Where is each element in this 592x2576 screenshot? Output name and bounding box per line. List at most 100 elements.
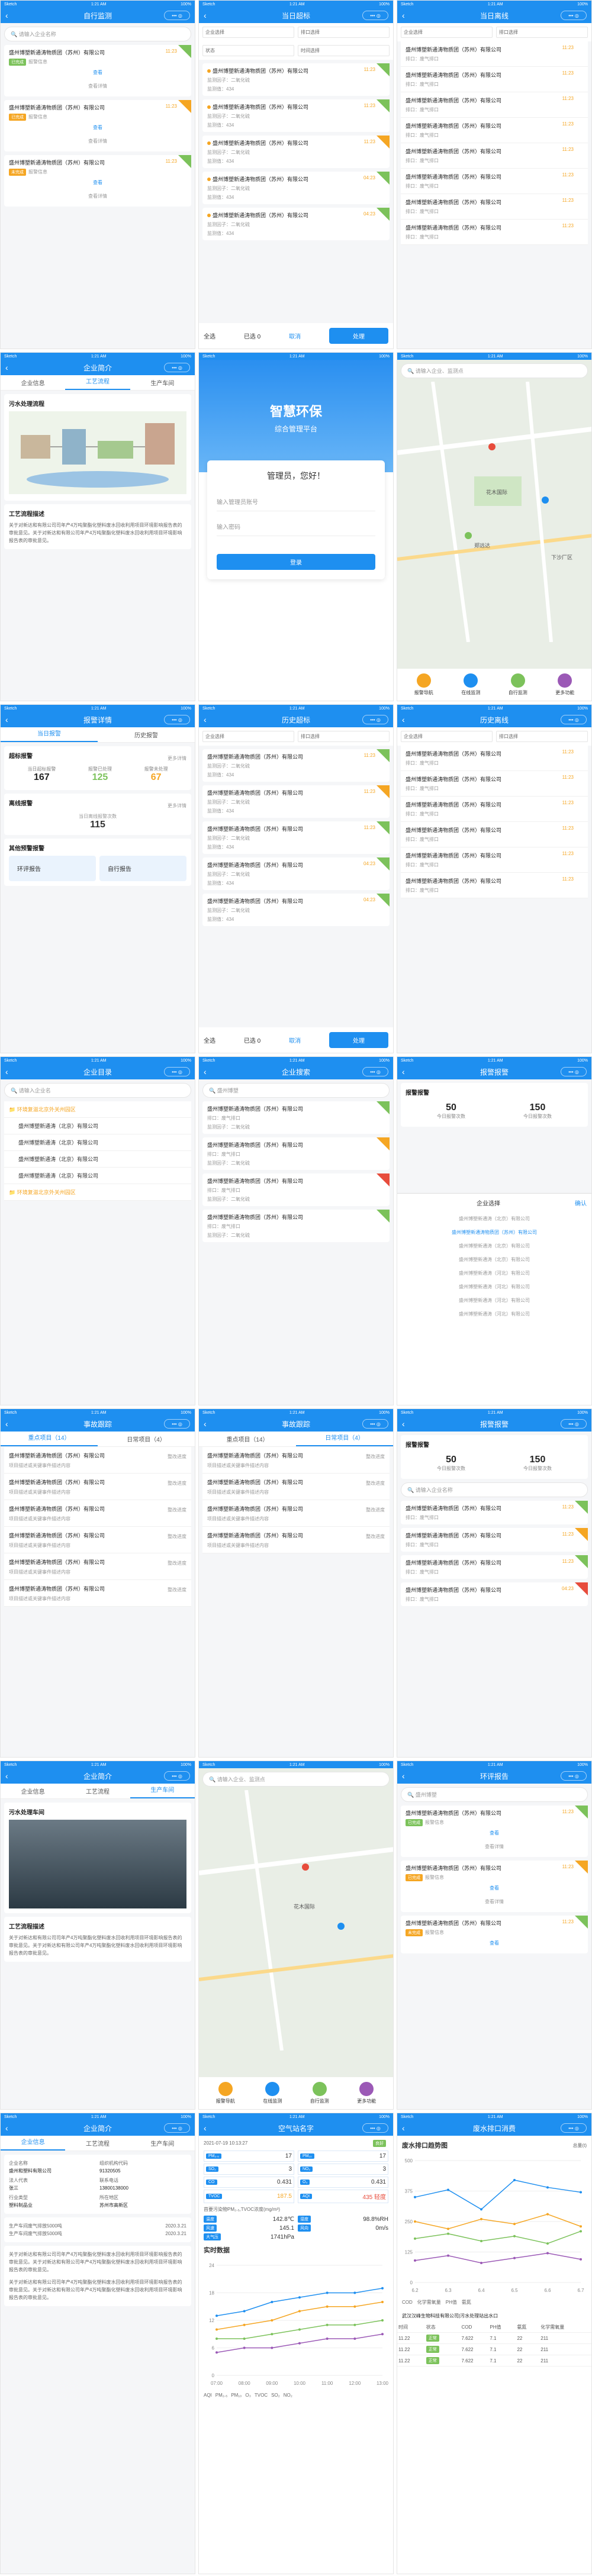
capsule-menu[interactable]: ••• ◎ bbox=[164, 363, 190, 372]
state-filter[interactable]: 状态 bbox=[202, 45, 294, 56]
search-input[interactable]: 🔍 盛州博塑 bbox=[401, 1787, 588, 1802]
back-icon[interactable]: ‹ bbox=[204, 1067, 207, 1076]
capsule-menu[interactable]: ••• ◎ bbox=[561, 2123, 587, 2133]
view-button[interactable]: 查看 bbox=[9, 176, 186, 189]
back-icon[interactable]: ‹ bbox=[5, 715, 8, 724]
back-icon[interactable]: ‹ bbox=[204, 2123, 207, 2133]
self-report-card[interactable]: 自行报告 bbox=[99, 856, 186, 881]
select-all[interactable]: 全选 bbox=[204, 331, 215, 340]
list-item[interactable]: 盛州博塑新通涛物质团（苏州）有限公司 11:23 已完成 报警信息 查看 查看详情 bbox=[401, 1806, 588, 1857]
list-item[interactable]: 盛州博塑新通涛物质团（苏州）有限公司 04:23 监测因子：二氧化硫 监测值：434 bbox=[202, 172, 390, 204]
list-item[interactable]: 盛州博塑新通涛物质团（苏州）有限公司 11:23 监测因子：二氧化硫 监测值：434 bbox=[202, 821, 390, 854]
list-item[interactable]: 盛州博塑新通涛物质团（苏州）有限公司 11:23 监测因子：二氧化硫 监测值：434 bbox=[202, 136, 390, 168]
list-item[interactable]: 盛州博塑新通涛物质团（苏州）有限公司 11:23 未完成 报警信息 查看 bbox=[401, 1916, 588, 1953]
nav-alarm[interactable]: 报警导航 bbox=[402, 673, 446, 696]
capsule-menu[interactable]: ••• ◎ bbox=[164, 1067, 190, 1076]
view-button[interactable]: 查看 bbox=[9, 121, 186, 134]
list-item[interactable]: 盛州博塑新通涛物质团（苏州）有限公司 排口：废气排口 监测因子：二氧化硫 bbox=[202, 1173, 390, 1206]
picker-option[interactable]: 盛州博塑新通涛（河北）有限公司 bbox=[397, 1307, 591, 1321]
map-canvas[interactable]: 花木国际 bbox=[199, 1790, 394, 2051]
capsule-menu[interactable]: ••• ◎ bbox=[561, 1771, 587, 1781]
list-item[interactable]: 盛州博塑新通涛物质团（苏州）有限公司 11:23 已完成 报警信息 查看 查看详情 bbox=[4, 45, 191, 96]
username-field[interactable]: 输入管理员账号 bbox=[217, 492, 375, 511]
nav-online[interactable]: 在线监测 bbox=[449, 673, 493, 696]
group-header[interactable]: 📁 环境复滋北京外关州园区 bbox=[4, 1184, 191, 1201]
back-icon[interactable]: ‹ bbox=[5, 11, 8, 20]
list-item[interactable]: 盛州博塑新通涛物质团（苏州）有限公司 整改进度 项目描述或关键事件描述内容 bbox=[202, 1474, 390, 1500]
capsule-menu[interactable]: ••• ◎ bbox=[561, 715, 587, 724]
list-item[interactable]: 盛州博塑新通涛物质团（苏州）有限公司 整改进度 项目描述或关键事件描述内容 bbox=[4, 1447, 191, 1474]
list-item[interactable]: 盛州博塑新通涛物质团（苏州）有限公司 11:23 排口：废气排口 bbox=[401, 92, 588, 118]
back-icon[interactable]: ‹ bbox=[5, 1419, 8, 1429]
list-item[interactable]: 盛州博塑新通涛物质团（苏州）有限公司 11:23 排口：废气排口 bbox=[401, 194, 588, 220]
capsule-menu[interactable]: ••• ◎ bbox=[164, 2123, 190, 2133]
tab-key[interactable]: 重点项目（14） bbox=[1, 1432, 98, 1446]
capsule-menu[interactable]: ••• ◎ bbox=[362, 11, 388, 20]
handle-button[interactable]: 处理 bbox=[329, 328, 388, 344]
picker-option[interactable]: 盛州博塑新通涛（北京）有限公司 bbox=[397, 1212, 591, 1226]
list-item[interactable]: 盛州博塑新通涛（北京）有限公司 bbox=[4, 1151, 191, 1168]
more-link[interactable]: 更多详情 bbox=[168, 755, 186, 762]
nav-self[interactable]: 自行监测 bbox=[496, 673, 540, 696]
capsule-menu[interactable]: ••• ◎ bbox=[164, 11, 190, 20]
capsule-menu[interactable]: ••• ◎ bbox=[164, 1419, 190, 1429]
eia-report-card[interactable]: 环评报告 bbox=[9, 856, 96, 881]
detail-link[interactable]: 查看详情 bbox=[9, 79, 186, 93]
back-icon[interactable]: ‹ bbox=[204, 11, 207, 20]
search-input[interactable]: 🔍 请输入企业名 bbox=[4, 1083, 191, 1098]
group-header[interactable]: 📁 环境复滋北京外关州园区 bbox=[4, 1101, 191, 1118]
picker-option[interactable]: 盛州博塑新通涛（河北）有限公司 bbox=[397, 1280, 591, 1294]
login-button[interactable]: 登录 bbox=[217, 554, 375, 570]
back-icon[interactable]: ‹ bbox=[402, 715, 405, 724]
list-item[interactable]: 盛州博塑新通涛物质团（苏州）有限公司 11:23 排口：废气排口 bbox=[401, 847, 588, 873]
list-item[interactable]: 盛州博塑新通涛物质团（苏州）有限公司 整改进度 项目描述或关键事件描述内容 bbox=[202, 1447, 390, 1474]
list-item[interactable]: 盛州博塑新通涛物质团（苏州）有限公司 排口：废气排口 监测因子：二氧化硫 bbox=[202, 1101, 390, 1134]
view-button[interactable]: 查看 bbox=[9, 66, 186, 79]
company-filter[interactable]: 企业选择 bbox=[401, 27, 493, 38]
list-item[interactable]: 盛州博塑新通涛物质团（苏州）有限公司 04:23 监测因子：二氧化硫 监测值：434 bbox=[202, 857, 390, 890]
list-item[interactable]: 盛州博塑新通涛物质团（苏州）有限公司 整改进度 项目描述或关键事件描述内容 bbox=[4, 1580, 191, 1607]
back-icon[interactable]: ‹ bbox=[5, 2123, 8, 2133]
list-item[interactable]: 盛州博塑新通涛（北京）有限公司 bbox=[4, 1134, 191, 1151]
list-item[interactable]: 盛州博塑新通涛物质团（苏州）有限公司 11:23 排口：废气排口 bbox=[401, 1555, 588, 1579]
list-item[interactable]: 盛州博塑新通涛物质团（苏州）有限公司 04:23 监测因子：二氧化硫 监测值：434 bbox=[202, 208, 390, 240]
picker-option-selected[interactable]: 盛州博塑新通涛物质团（苏州）有限公司 bbox=[397, 1226, 591, 1239]
list-item[interactable]: 盛州博塑新通涛（北京）有限公司 bbox=[4, 1168, 191, 1184]
list-item[interactable]: 盛州博塑新通涛物质团（苏州）有限公司 11:23 排口：废气排口 bbox=[401, 1528, 588, 1552]
capsule-menu[interactable]: ••• ◎ bbox=[362, 715, 388, 724]
search-input[interactable]: 🔍 盛州博塑 bbox=[202, 1083, 390, 1098]
tab-daily[interactable]: 日常项目（4） bbox=[98, 1434, 195, 1443]
search-input[interactable]: 🔍 请输入企业名称 bbox=[4, 27, 191, 41]
tab-workshop[interactable]: 生产车间 bbox=[130, 378, 195, 387]
back-icon[interactable]: ‹ bbox=[5, 1067, 8, 1076]
capsule-menu[interactable]: ••• ◎ bbox=[164, 1771, 190, 1781]
handle-button[interactable]: 处理 bbox=[329, 1032, 388, 1048]
capsule-menu[interactable]: ••• ◎ bbox=[561, 11, 587, 20]
search-input[interactable]: 🔍 请输入企业名称 bbox=[401, 1482, 588, 1497]
back-icon[interactable]: ‹ bbox=[5, 363, 8, 372]
tab-history[interactable]: 历史报警 bbox=[98, 730, 195, 739]
map-canvas[interactable]: 花木国际下沙厂区 郑远达 bbox=[397, 381, 592, 643]
list-item[interactable]: 盛州博塑新通涛物质团（苏州）有限公司 11:23 已完成 报警信息 查看 查看详情 bbox=[4, 100, 191, 151]
list-item[interactable]: 盛州博塑新通涛物质团（苏州）有限公司 11:23 已完成 报警信息 查看 查看详情 bbox=[401, 1861, 588, 1912]
list-item[interactable]: 盛州博塑新通涛物质团（苏州）有限公司 04:23 排口：废气排口 bbox=[401, 1582, 588, 1606]
tab-process[interactable]: 工艺流程 bbox=[65, 375, 130, 390]
list-item[interactable]: 盛州博塑新通涛物质团（苏州）有限公司 整改进度 项目描述或关键事件描述内容 bbox=[202, 1500, 390, 1527]
back-icon[interactable]: ‹ bbox=[402, 2123, 405, 2133]
tab-info[interactable]: 企业信息 bbox=[1, 378, 65, 387]
list-item[interactable]: 盛州博塑新通涛物质团（苏州）有限公司 整改进度 项目描述或关键事件描述内容 bbox=[202, 1527, 390, 1553]
capsule-menu[interactable]: ••• ◎ bbox=[362, 1419, 388, 1429]
outlet-filter[interactable]: 排口选择 bbox=[496, 27, 588, 38]
detail-link[interactable]: 查看详情 bbox=[9, 134, 186, 148]
list-item[interactable]: 盛州博塑新通涛物质团（苏州）有限公司 11:23 排口：废气排口 bbox=[401, 822, 588, 847]
list-item[interactable]: 盛州博塑新通涛（北京）有限公司 bbox=[4, 1118, 191, 1134]
capsule-menu[interactable]: ••• ◎ bbox=[561, 1419, 587, 1429]
company-filter[interactable]: 企业选择 bbox=[202, 27, 294, 38]
capsule-menu[interactable]: ••• ◎ bbox=[561, 1067, 587, 1076]
list-item[interactable]: 盛州博塑新通涛物质团（苏州）有限公司 整改进度 项目描述或关键事件描述内容 bbox=[4, 1474, 191, 1500]
back-icon[interactable]: ‹ bbox=[204, 1419, 207, 1429]
back-icon[interactable]: ‹ bbox=[402, 1771, 405, 1781]
list-item[interactable]: 盛州博塑新通涛物质团（苏州）有限公司 11:23 排口：废气排口 bbox=[401, 797, 588, 822]
list-item[interactable]: 盛州博塑新通涛物质团（苏州）有限公司 11:23 监测因子：二氧化硫 监测值：434 bbox=[202, 749, 390, 782]
capsule-menu[interactable]: ••• ◎ bbox=[164, 715, 190, 724]
